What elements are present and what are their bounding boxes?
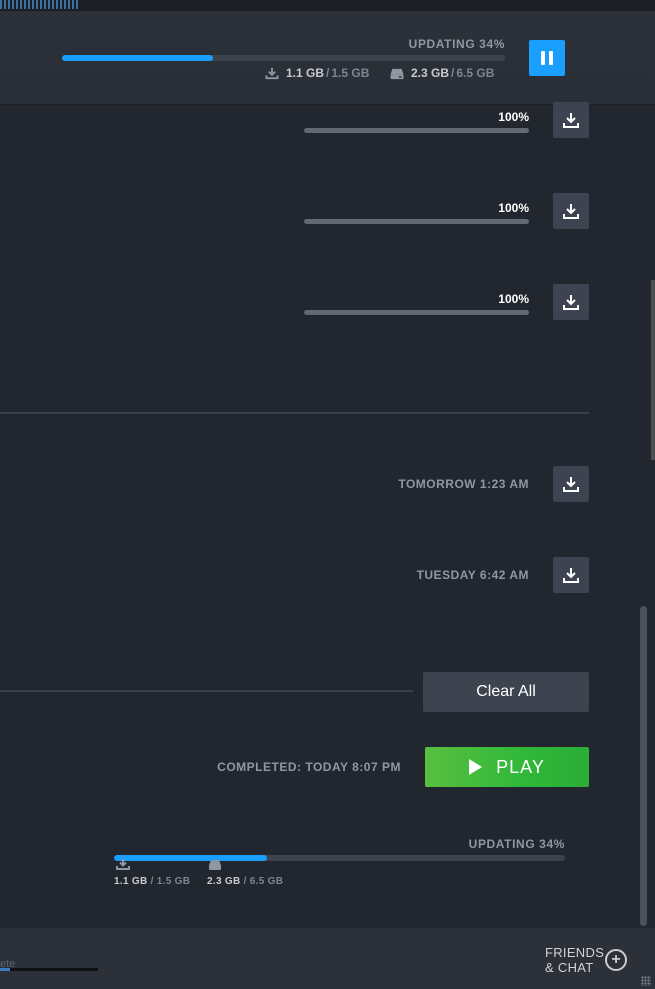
scrollbar-thumb[interactable]	[640, 606, 647, 926]
header-disk-size: 2.3 GB / 6.5 GB	[389, 66, 494, 80]
queue-item-percent: 100%	[498, 201, 529, 215]
header-disk-separator: /	[451, 66, 455, 80]
completed-disk-total: 6.5 GB	[249, 876, 284, 887]
queue-item-progress-fill	[304, 219, 529, 224]
section-divider	[0, 412, 589, 414]
disk-icon	[390, 68, 404, 79]
download-icon	[563, 295, 579, 310]
download-icon	[563, 568, 579, 583]
scheduled-item-download-button[interactable]	[553, 557, 589, 593]
queue-item-download-button[interactable]	[553, 102, 589, 138]
download-icon	[563, 477, 579, 492]
window-edge	[651, 280, 655, 460]
download-icon	[563, 204, 579, 219]
pause-icon-bar-right	[549, 51, 553, 65]
completed-download-separator: /	[150, 876, 154, 887]
header-progress-fill	[62, 55, 213, 61]
header-disk-total: 6.5 GB	[456, 66, 495, 80]
header-progress-bar	[62, 55, 505, 61]
queue-item-progress-fill	[304, 310, 529, 315]
top-strip	[0, 0, 655, 11]
header-download-size: 1.1 GB / 1.5 GB	[264, 66, 369, 80]
scheduled-item-download-button[interactable]	[553, 466, 589, 502]
footer-progress-fill	[0, 968, 10, 971]
header-download-separator: /	[326, 66, 330, 80]
add-friend-icon: +	[605, 949, 627, 971]
completed-download-total: 1.5 GB	[156, 876, 191, 887]
queue-item-percent: 100%	[498, 292, 529, 306]
queue-item-progress	[304, 128, 529, 133]
resize-grip-icon[interactable]	[641, 976, 651, 986]
queue-item-download-button[interactable]	[553, 284, 589, 320]
completed-download-size: 1.1 GB / 1.5 GB	[114, 876, 190, 887]
header-disk-current: 2.3 GB	[411, 66, 450, 80]
completed-progress-fill	[114, 855, 268, 861]
top-strip-ticks	[0, 0, 80, 9]
completed-disk-separator: /	[243, 876, 247, 887]
friends-chat-label-line2: & CHAT	[545, 960, 594, 975]
download-icon	[563, 113, 579, 128]
download-icon	[116, 859, 130, 870]
friends-chat-label: FRIENDS & CHAT	[545, 945, 605, 975]
scheduled-item-time: TUESDAY 6:42 AM	[416, 568, 529, 582]
header-download-total: 1.5 GB	[331, 66, 370, 80]
pause-button[interactable]	[529, 40, 565, 76]
pause-icon-bar-left	[541, 51, 545, 65]
header-status-label: UPDATING 34%	[408, 37, 505, 51]
download-icon	[265, 67, 279, 79]
completed-divider	[0, 690, 413, 692]
play-button[interactable]: PLAY	[425, 747, 589, 787]
scheduled-item-time: TOMORROW 1:23 AM	[398, 477, 529, 491]
play-icon	[469, 759, 483, 775]
completed-timestamp: COMPLETED: TODAY 8:07 PM	[217, 760, 401, 774]
clear-all-button[interactable]: Clear All	[423, 672, 589, 712]
queue-item-download-button[interactable]	[553, 193, 589, 229]
play-label: PLAY	[496, 756, 545, 777]
friends-chat-label-line1: FRIENDS	[545, 945, 605, 960]
completed-progress-bar	[114, 855, 565, 861]
queue-item-progress	[304, 310, 529, 315]
footer-bar: ete FRIENDS & CHAT +	[0, 928, 655, 989]
friends-chat-button[interactable]: FRIENDS & CHAT +	[545, 944, 635, 976]
completed-disk-current: 2.3 GB	[207, 876, 241, 887]
queue-item-progress-fill	[304, 128, 529, 133]
queue-item-percent: 100%	[498, 110, 529, 124]
queue-item-progress	[304, 219, 529, 224]
disk-icon	[209, 860, 221, 870]
completed-download-current: 1.1 GB	[114, 876, 148, 887]
header-download-current: 1.1 GB	[286, 66, 325, 80]
footer-progress-bar	[0, 968, 98, 971]
completed-disk-size: 2.3 GB / 6.5 GB	[207, 876, 283, 887]
completed-status-label: UPDATING 34%	[468, 837, 565, 851]
